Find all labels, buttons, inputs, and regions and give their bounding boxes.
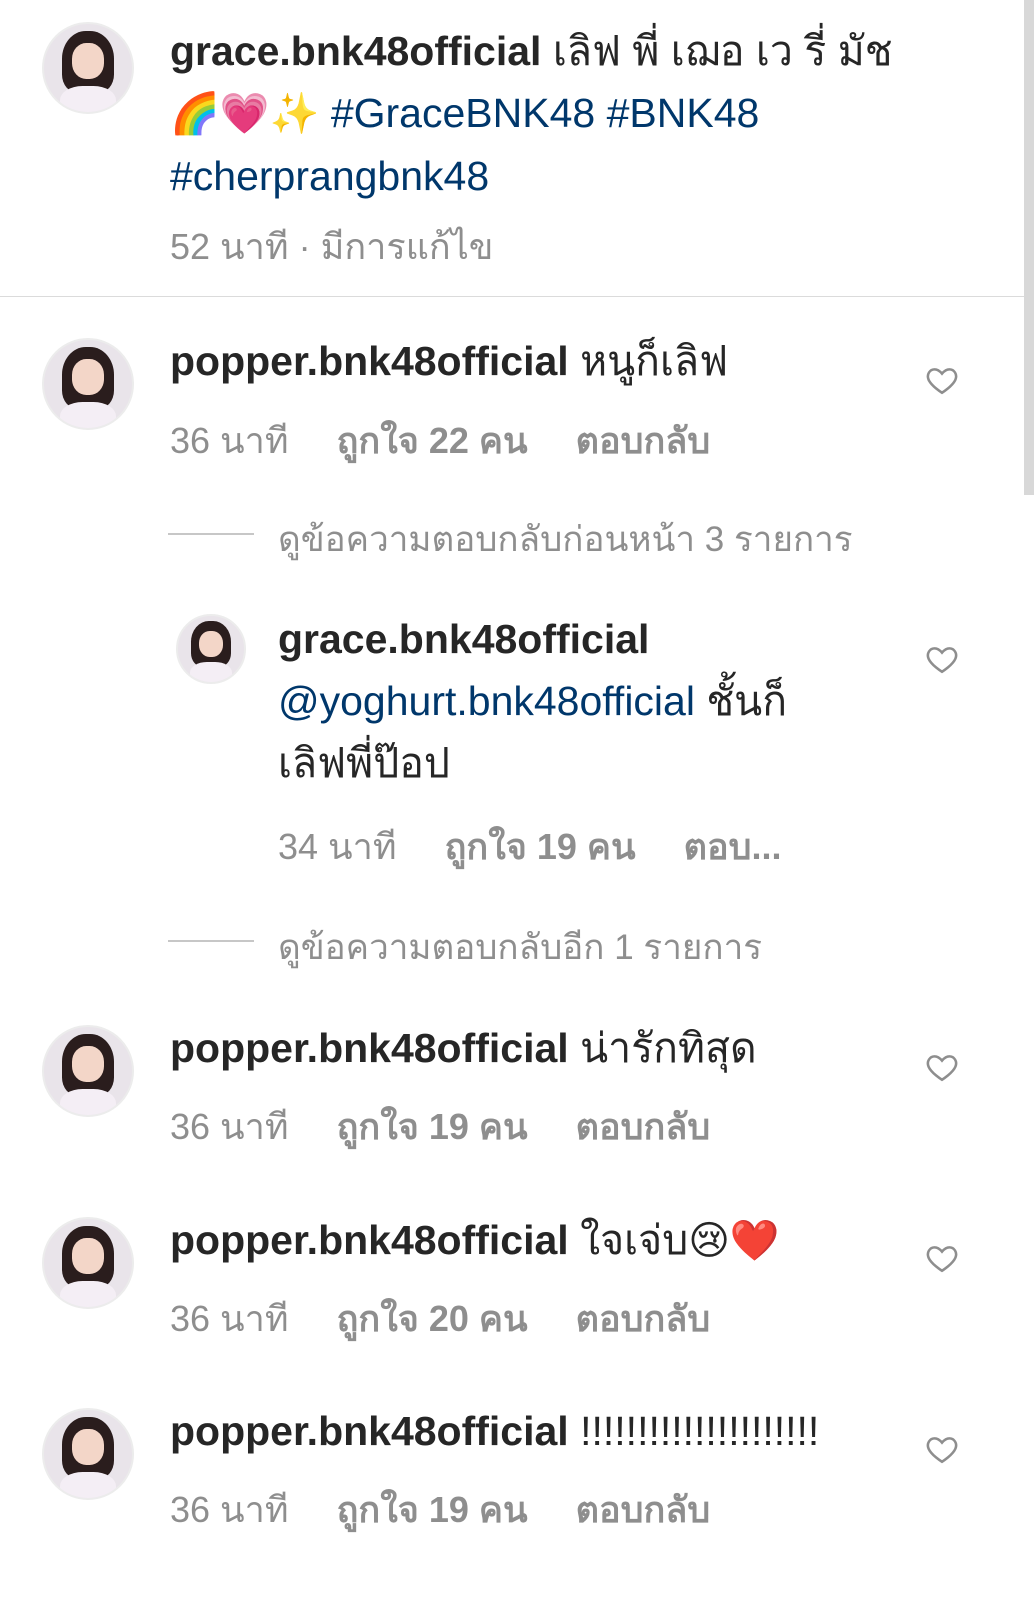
reply-button[interactable]: ตอบกลับ: [576, 1489, 711, 1530]
scrollbar[interactable]: [1024, 0, 1034, 495]
caption-meta: 52 นาที · มีการแก้ไข: [170, 218, 493, 275]
reply-button[interactable]: ตอบ...: [684, 826, 782, 867]
comment-body: หนูก็เลิฟ: [580, 338, 729, 384]
avatar[interactable]: [42, 1408, 134, 1500]
caption-text: เลิฟ พี่ เฌอ เว รี่ มัช: [541, 28, 893, 74]
comment-body: ใจเจ่บ: [580, 1217, 689, 1263]
heart-outline-icon[interactable]: [925, 1050, 959, 1084]
heart-outline-icon[interactable]: [925, 1241, 959, 1275]
thread-line: [168, 533, 254, 535]
reply-meta: 34 นาที ถูกใจ 19 คน ตอบ...: [278, 818, 781, 875]
mention-link[interactable]: @yoghurt.bnk48official: [278, 678, 695, 724]
comment-time: 36 นาที: [170, 1106, 289, 1147]
comment-text: popper.bnk48official น่ารักทิสุด: [170, 1017, 757, 1079]
caption-edited: · มีการแก้ไข: [298, 226, 494, 267]
reply-body-cont: เลิฟพี่ป๊อป: [278, 740, 450, 786]
view-more-replies[interactable]: ดูข้อความตอบกลับอีก 1 รายการ: [278, 920, 762, 975]
hashtag[interactable]: #cherprangbnk48: [170, 153, 489, 199]
avatar[interactable]: [176, 614, 246, 684]
likes-count[interactable]: ถูกใจ 22 คน: [337, 420, 528, 461]
comment-body: !!!!!!!!!!!!!!!!!!!!!: [580, 1408, 820, 1454]
hashtag[interactable]: #GraceBNK48: [331, 90, 595, 136]
reply-button[interactable]: ตอบกลับ: [576, 420, 711, 461]
comment-username[interactable]: popper.bnk48official: [170, 1025, 569, 1071]
comment-meta: 36 นาที ถูกใจ 22 คน ตอบกลับ: [170, 412, 710, 469]
comment-text: popper.bnk48official !!!!!!!!!!!!!!!!!!!…: [170, 1400, 819, 1462]
heart-outline-icon[interactable]: [925, 1432, 959, 1466]
caption-username[interactable]: grace.bnk48official: [170, 28, 541, 74]
heart-outline-icon[interactable]: [925, 363, 959, 397]
comment-username[interactable]: popper.bnk48official: [170, 338, 569, 384]
post-caption: grace.bnk48official เลิฟ พี่ เฌอ เว รี่ …: [170, 20, 950, 207]
comment-meta: 36 นาที ถูกใจ 19 คน ตอบกลับ: [170, 1481, 710, 1538]
comment-text: popper.bnk48official ใจเจ่บ😢❤️: [170, 1209, 780, 1272]
reply-body: ชั้นก็: [694, 678, 788, 724]
hashtag[interactable]: #BNK48: [607, 90, 760, 136]
caption-time: 52 นาที: [170, 226, 289, 267]
caption-emojis: 🌈💗✨: [170, 92, 320, 136]
divider: [0, 296, 1024, 297]
avatar[interactable]: [42, 22, 134, 114]
reply-time: 34 นาที: [278, 826, 397, 867]
comment-text: popper.bnk48official หนูก็เลิฟ: [170, 330, 728, 392]
likes-count[interactable]: ถูกใจ 19 คน: [445, 826, 636, 867]
comment-username[interactable]: popper.bnk48official: [170, 1408, 569, 1454]
comment-time: 36 นาที: [170, 1298, 289, 1339]
comment-emojis: 😢❤️: [688, 1219, 780, 1263]
comment-username[interactable]: popper.bnk48official: [170, 1217, 569, 1263]
reply-text: grace.bnk48official @yoghurt.bnk48offici…: [278, 608, 918, 794]
comment-meta: 36 นาที ถูกใจ 20 คน ตอบกลับ: [170, 1290, 710, 1347]
comment-time: 36 นาที: [170, 1489, 289, 1530]
reply-button[interactable]: ตอบกลับ: [576, 1106, 711, 1147]
likes-count[interactable]: ถูกใจ 19 คน: [337, 1106, 528, 1147]
avatar[interactable]: [42, 1217, 134, 1309]
reply-username[interactable]: grace.bnk48official: [278, 608, 918, 670]
avatar[interactable]: [42, 338, 134, 430]
comment-meta: 36 นาที ถูกใจ 19 คน ตอบกลับ: [170, 1098, 710, 1155]
heart-outline-icon[interactable]: [925, 642, 959, 676]
likes-count[interactable]: ถูกใจ 20 คน: [337, 1298, 528, 1339]
likes-count[interactable]: ถูกใจ 19 คน: [337, 1489, 528, 1530]
avatar[interactable]: [42, 1025, 134, 1117]
comment-body: น่ารักทิสุด: [580, 1025, 757, 1071]
view-previous-replies[interactable]: ดูข้อความตอบกลับก่อนหน้า 3 รายการ: [278, 512, 853, 567]
comment-time: 36 นาที: [170, 420, 289, 461]
thread-line: [168, 940, 254, 942]
reply-button[interactable]: ตอบกลับ: [576, 1298, 711, 1339]
